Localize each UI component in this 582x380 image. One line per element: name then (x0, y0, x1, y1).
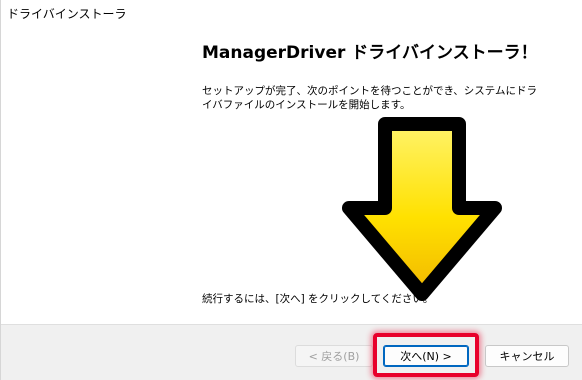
continue-instruction: 続行するには、[次へ] をクリックしてください。 (202, 293, 434, 305)
down-arrow-graphic (342, 117, 502, 301)
title-bar: ドライバインストーラ (1, 0, 582, 26)
back-button[interactable]: < 戻る(B) (295, 345, 373, 367)
down-arrow-icon (337, 112, 507, 304)
intro-text: セットアップが完了、次のポイントを待つことができ、システムにドライバファイルのイ… (202, 85, 537, 111)
button-bar: < 戻る(B) 次へ(N) > キャンセル (1, 324, 582, 380)
next-button[interactable]: 次へ(N) > (383, 345, 469, 367)
page-heading: ManagerDriver ドライバインストーラ！ (202, 43, 538, 63)
cancel-button[interactable]: キャンセル (485, 345, 569, 367)
window-title: ドライバインストーラ (7, 7, 127, 21)
installer-window: ドライバインストーラ ManagerDriver ドライバインストーラ！ セット… (0, 0, 582, 380)
